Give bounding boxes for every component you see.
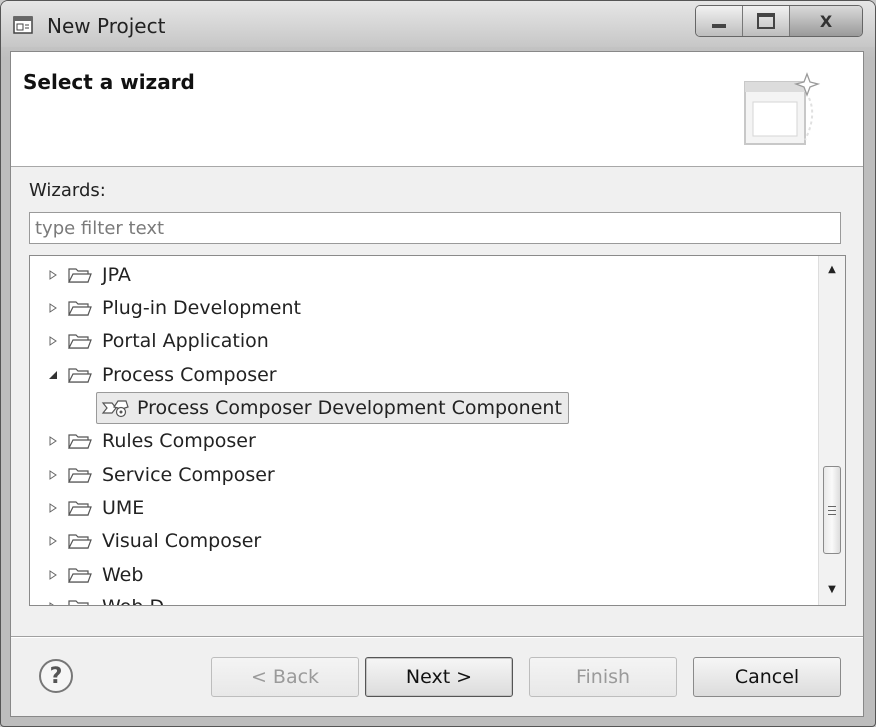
tree-item-process-composer-development-component[interactable]: Process Composer Development Component [96, 392, 569, 424]
window-title: New Project [47, 14, 166, 38]
folder-icon [68, 568, 92, 583]
tree-item-label: Process Composer [102, 364, 277, 386]
grip-icon [828, 505, 836, 515]
tree-item-label: Web D [102, 596, 164, 605]
expand-arrow-icon[interactable] [48, 335, 58, 347]
tree-item-portal-application[interactable]: Portal Application [30, 326, 269, 356]
banner-title: Select a wizard [23, 70, 195, 94]
help-icon: ? [49, 663, 63, 689]
expand-arrow-icon[interactable] [48, 469, 58, 481]
finish-button[interactable]: Finish [529, 657, 677, 697]
tree-item-label: Process Composer Development Component [137, 397, 562, 419]
maximize-icon [757, 13, 775, 29]
filter-input[interactable] [29, 212, 841, 244]
minimize-icon [712, 24, 726, 28]
tree-item-label: Portal Application [102, 330, 269, 352]
minimize-button[interactable] [696, 6, 743, 36]
tree-item-label: Service Composer [102, 464, 275, 486]
folder-icon [68, 434, 92, 449]
tree-item-web-d[interactable]: Web D [30, 592, 164, 605]
expand-arrow-icon[interactable] [48, 269, 58, 281]
folder-icon [68, 334, 92, 349]
expand-arrow-icon[interactable] [48, 601, 58, 605]
collapse-arrow-icon[interactable] [48, 369, 58, 381]
folder-icon [68, 501, 92, 516]
footer-divider [11, 636, 863, 638]
expand-arrow-icon[interactable] [48, 502, 58, 514]
tree-item-label: Plug-in Development [102, 297, 301, 319]
folder-icon [68, 600, 89, 605]
vertical-scrollbar[interactable]: ▲ ▼ [818, 256, 845, 605]
tree-item-label: Visual Composer [102, 530, 262, 552]
process-component-icon [101, 400, 129, 418]
close-icon: X [819, 11, 833, 31]
wizard-banner-icon [744, 72, 821, 145]
folder-open-icon [68, 368, 92, 383]
wizard-banner: Select a wizard [11, 52, 863, 167]
window-controls: X [695, 5, 863, 37]
expand-arrow-icon[interactable] [48, 535, 58, 547]
wizard-tree[interactable]: JPA Plug-in Development Portal Applicati… [29, 255, 846, 606]
tree-item-visual-composer[interactable]: Visual Composer [30, 526, 261, 556]
tree-item-ume[interactable]: UME [30, 493, 144, 523]
help-button[interactable]: ? [39, 659, 73, 693]
scroll-down-arrow-icon[interactable]: ▼ [819, 578, 845, 600]
title-bar[interactable]: New Project X [1, 1, 875, 47]
scroll-up-arrow-icon[interactable]: ▲ [819, 258, 845, 280]
next-button[interactable]: Next > [365, 657, 513, 697]
tree-item-jpa[interactable]: JPA [30, 260, 131, 290]
scroll-thumb[interactable] [823, 466, 841, 554]
tree-item-label: Web [102, 564, 144, 586]
expand-arrow-icon[interactable] [48, 569, 58, 581]
new-project-icon [13, 16, 33, 34]
tree-item-plug-in-development[interactable]: Plug-in Development [30, 293, 301, 323]
tree-item-label: UME [102, 497, 145, 519]
back-button[interactable]: < Back [211, 657, 359, 697]
folder-icon [68, 468, 92, 483]
tree-item-process-composer[interactable]: Process Composer [30, 360, 277, 390]
folder-icon [68, 301, 92, 316]
cancel-button[interactable]: Cancel [693, 657, 841, 697]
maximize-button[interactable] [743, 6, 790, 36]
folder-icon [68, 268, 92, 283]
close-button[interactable]: X [790, 6, 862, 36]
tree-item-rules-composer[interactable]: Rules Composer [30, 426, 256, 456]
tree-item-label: JPA [102, 264, 131, 286]
expand-arrow-icon[interactable] [48, 302, 58, 314]
tree-item-label: Rules Composer [102, 430, 256, 452]
expand-arrow-icon[interactable] [48, 435, 58, 447]
tree-item-web[interactable]: Web [30, 560, 143, 590]
folder-icon [68, 534, 92, 549]
new-project-dialog: New Project X Select a wizard Wizards: t… [0, 0, 876, 727]
wizards-label: Wizards: [29, 180, 106, 201]
tree-item-service-composer[interactable]: Service Composer [30, 460, 275, 490]
dialog-content: Select a wizard Wizards: JPA Plug-in Dev [10, 51, 864, 717]
